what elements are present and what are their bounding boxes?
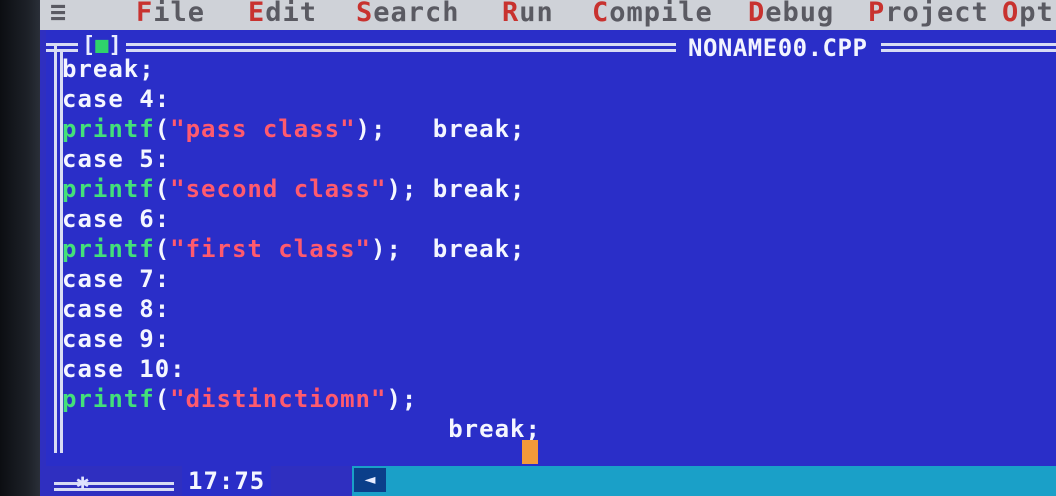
menu-run[interactable]: Run <box>502 0 554 28</box>
menu-compile-label: ompile <box>609 0 713 28</box>
code-text: case 10: <box>62 355 186 383</box>
scroll-left-arrow-icon[interactable]: ◄ <box>354 468 386 492</box>
code-line: case 5: <box>62 144 170 174</box>
code-punctuation: ( <box>154 175 171 203</box>
menu-edit-hotkey: E <box>248 0 266 28</box>
menu-project[interactable]: Project <box>868 0 989 28</box>
code-line: printf("pass class"); break; <box>62 114 526 144</box>
code-line: break; <box>62 54 155 84</box>
horizontal-scrollbar[interactable]: ◄ <box>352 466 1056 496</box>
code-text: case 8: <box>62 295 171 323</box>
code-punctuation: ( <box>154 385 171 413</box>
code-line: case 9: <box>62 324 170 354</box>
code-text: case 5: <box>62 145 171 173</box>
code-string: "second class" <box>170 175 387 203</box>
menu-file[interactable]: File <box>136 0 205 28</box>
menu-edit[interactable]: Edit <box>248 0 317 28</box>
code-text: break; <box>386 115 526 143</box>
code-line: case 7: <box>62 264 170 294</box>
window-title: NONAME00.CPP <box>684 33 872 63</box>
code-punctuation: ( <box>154 115 171 143</box>
menu-options-label: pt <box>1019 0 1054 28</box>
window-frame-top-right-inner <box>881 49 1056 52</box>
code-line: printf("first class"); break; <box>62 234 526 264</box>
code-text: case 9: <box>62 325 171 353</box>
code-function: printf <box>62 235 155 263</box>
window-frame-top-inner <box>46 49 676 52</box>
code-punctuation: ); <box>386 385 418 413</box>
window-frame-top <box>46 43 676 46</box>
menu-edit-label: dit <box>265 0 318 28</box>
code-text: break; <box>62 55 155 83</box>
menu-file-hotkey: F <box>136 0 154 28</box>
menu-file-label: ile <box>153 0 206 28</box>
menu-search-hotkey: S <box>356 0 374 28</box>
code-function: printf <box>62 385 155 413</box>
menu-options-hotkey: O <box>1002 0 1020 28</box>
text-cursor <box>522 440 538 464</box>
code-string: "pass class" <box>170 115 356 143</box>
vertical-scrollbar[interactable] <box>1052 90 1056 490</box>
code-text: break; <box>62 415 541 443</box>
code-text: break; <box>401 235 526 263</box>
menu-debug[interactable]: Debug <box>748 0 834 28</box>
menu-bar: ≡ File Edit Search Run Compile Debug Pro… <box>40 0 1056 30</box>
window-modified-icon: ✱ <box>76 470 90 495</box>
code-function: printf <box>62 175 155 203</box>
monitor-bezel <box>0 0 40 496</box>
window-frame-left <box>54 43 57 453</box>
code-string: "distinctiomn" <box>170 385 387 413</box>
window-frame-bottom-inner <box>54 488 174 491</box>
menu-debug-hotkey: D <box>748 0 766 28</box>
code-text: case 7: <box>62 265 171 293</box>
menu-compile-hotkey: C <box>592 0 610 28</box>
code-text: case 6: <box>62 205 171 233</box>
system-menu-icon[interactable]: ≡ <box>50 0 67 28</box>
code-line: break; <box>62 414 541 444</box>
editor-window: [■] NONAME00.CPP break; case 4: printf("… <box>46 30 1056 491</box>
code-punctuation: ); <box>355 115 387 143</box>
code-line: case 8: <box>62 294 170 324</box>
menu-search-label: earch <box>373 0 460 28</box>
window-frame-top-right <box>881 43 1056 46</box>
code-punctuation: ); <box>371 235 402 263</box>
cursor-position: 17:75 <box>182 466 272 496</box>
menu-debug-label: ebug <box>765 0 835 28</box>
code-string: "first class" <box>170 235 371 263</box>
code-line: case 6: <box>62 204 170 234</box>
code-line: case 4: <box>62 84 170 114</box>
menu-compile[interactable]: Compile <box>592 0 713 28</box>
ide-screen: ≡ File Edit Search Run Compile Debug Pro… <box>40 0 1056 496</box>
menu-run-hotkey: R <box>502 0 520 28</box>
menu-project-hotkey: P <box>868 0 886 28</box>
code-text: case 4: <box>62 85 171 113</box>
menu-run-label: un <box>519 0 554 28</box>
menu-project-label: roject <box>885 0 989 28</box>
menu-options[interactable]: Opt <box>1002 0 1054 28</box>
code-punctuation: ); <box>386 175 418 203</box>
code-text: break; <box>417 175 526 203</box>
window-frame-bottom <box>54 482 174 485</box>
code-line: case 10: <box>62 354 186 384</box>
code-function: printf <box>62 115 155 143</box>
code-line: printf("second class"); break; <box>62 174 526 204</box>
code-line: printf("distinctiomn"); <box>62 384 417 414</box>
menu-search[interactable]: Search <box>356 0 460 28</box>
code-punctuation: ( <box>154 235 171 263</box>
